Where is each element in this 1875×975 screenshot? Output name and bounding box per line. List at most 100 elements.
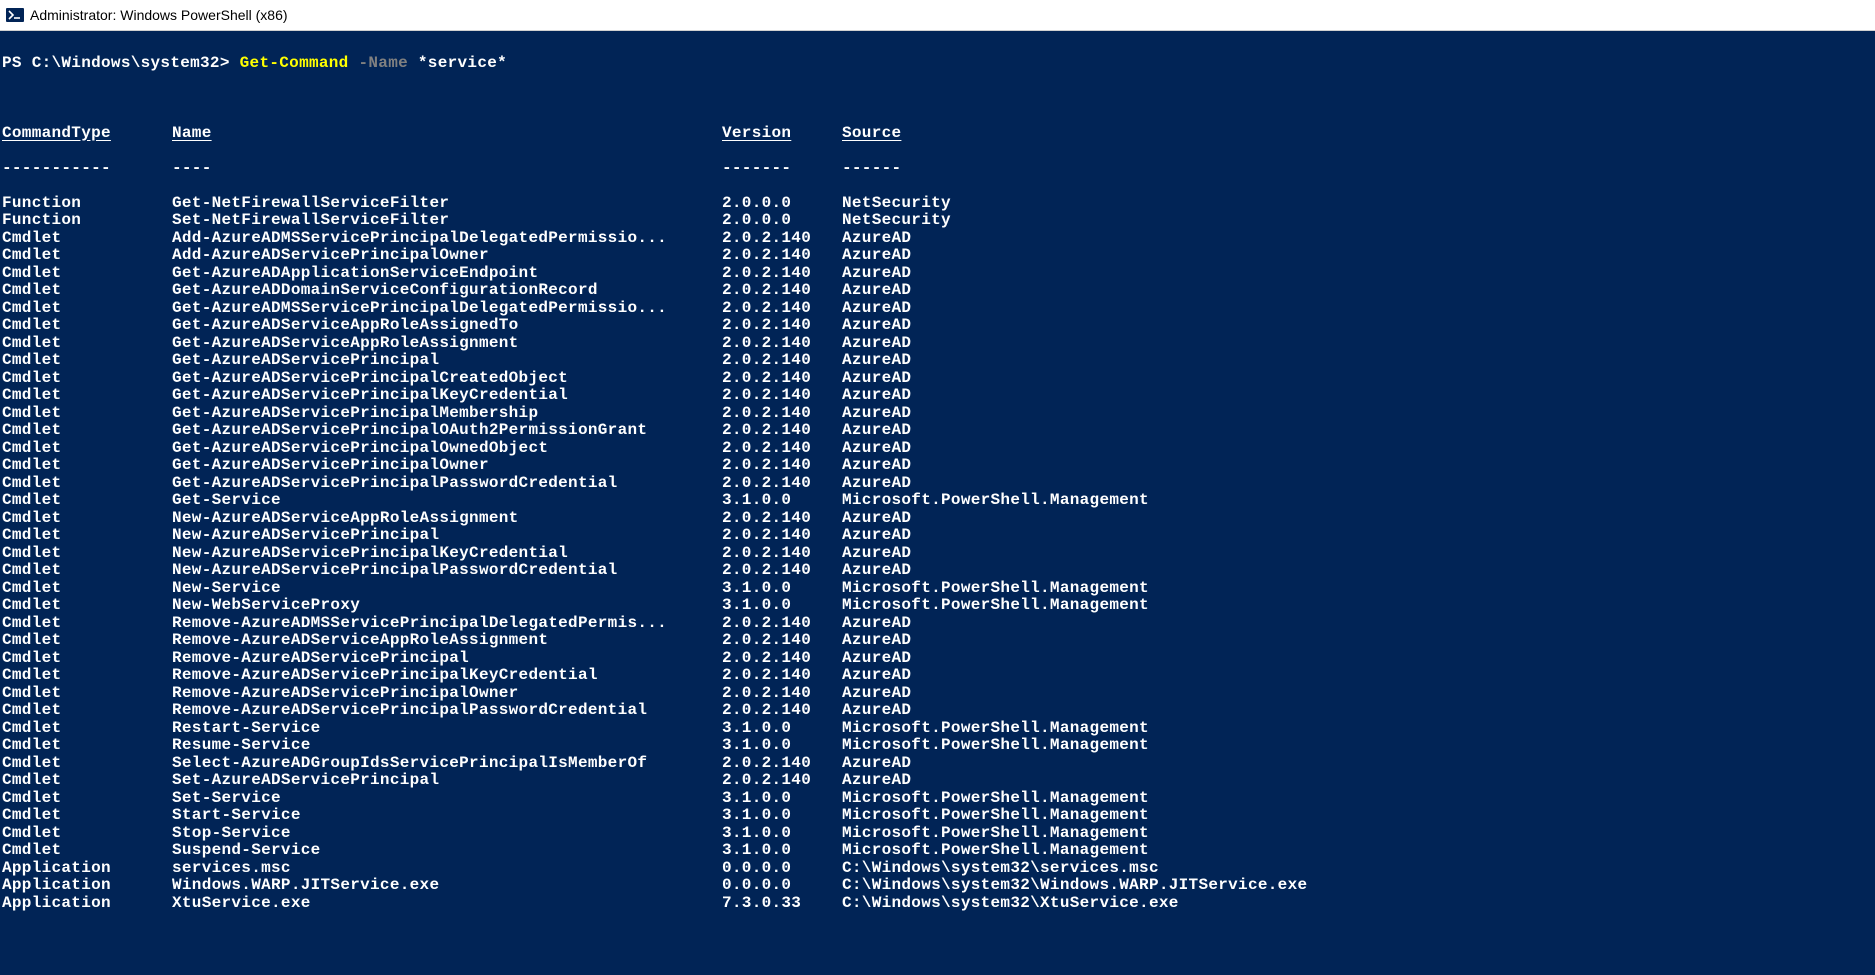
prompt-line: PS C:\Windows\system32> Get-Command -Nam… <box>2 55 1873 73</box>
cell-source: AzureAD <box>842 230 1873 248</box>
table-row: CmdletNew-Service3.1.0.0Microsoft.PowerS… <box>2 580 1873 598</box>
table-row: CmdletGet-Service3.1.0.0Microsoft.PowerS… <box>2 492 1873 510</box>
window-title: Administrator: Windows PowerShell (x86) <box>30 7 288 23</box>
cell-source: NetSecurity <box>842 195 1873 213</box>
cell-source: AzureAD <box>842 685 1873 703</box>
cell-version: 2.0.0.0 <box>722 212 842 230</box>
cell-name: Get-NetFirewallServiceFilter <box>172 195 722 213</box>
cell-name: Start-Service <box>172 807 722 825</box>
cell-name: Get-AzureADServicePrincipalOwner <box>172 457 722 475</box>
cell-source: AzureAD <box>842 772 1873 790</box>
cell-name: Suspend-Service <box>172 842 722 860</box>
cell-version: 2.0.2.140 <box>722 772 842 790</box>
header-name: Name <box>172 125 722 143</box>
cell-name: New-Service <box>172 580 722 598</box>
table-row: CmdletRestart-Service3.1.0.0Microsoft.Po… <box>2 720 1873 738</box>
cell-commandtype: Cmdlet <box>2 667 172 685</box>
cell-name: Get-AzureADApplicationServiceEndpoint <box>172 265 722 283</box>
cell-version: 3.1.0.0 <box>722 580 842 598</box>
cell-name: Get-AzureADServicePrincipalOwnedObject <box>172 440 722 458</box>
cell-name: Remove-AzureADMSServicePrincipalDelegate… <box>172 615 722 633</box>
cell-source: C:\Windows\system32\XtuService.exe <box>842 895 1873 913</box>
table-row: CmdletRemove-AzureADServicePrincipalKeyC… <box>2 667 1873 685</box>
cell-version: 3.1.0.0 <box>722 825 842 843</box>
cell-source: AzureAD <box>842 422 1873 440</box>
cell-version: 2.0.2.140 <box>722 335 842 353</box>
cell-commandtype: Cmdlet <box>2 387 172 405</box>
table-row: CmdletGet-AzureADApplicationServiceEndpo… <box>2 265 1873 283</box>
cell-commandtype: Cmdlet <box>2 510 172 528</box>
cell-commandtype: Cmdlet <box>2 842 172 860</box>
cell-version: 0.0.0.0 <box>722 860 842 878</box>
table-row: CmdletSet-AzureADServicePrincipal2.0.2.1… <box>2 772 1873 790</box>
cell-commandtype: Cmdlet <box>2 720 172 738</box>
table-row: CmdletGet-AzureADServicePrincipalPasswor… <box>2 475 1873 493</box>
terminal-pane[interactable]: PS C:\Windows\system32> Get-Command -Nam… <box>0 31 1875 975</box>
cell-name: Get-AzureADDomainServiceConfigurationRec… <box>172 282 722 300</box>
cell-source: AzureAD <box>842 702 1873 720</box>
cell-commandtype: Cmdlet <box>2 580 172 598</box>
cell-source: AzureAD <box>842 510 1873 528</box>
cell-commandtype: Cmdlet <box>2 615 172 633</box>
cell-source: AzureAD <box>842 440 1873 458</box>
cell-version: 7.3.0.33 <box>722 895 842 913</box>
table-row: CmdletAdd-AzureADMSServicePrincipalDeleg… <box>2 230 1873 248</box>
table-row: CmdletRemove-AzureADServicePrincipalOwne… <box>2 685 1873 703</box>
cell-version: 2.0.0.0 <box>722 195 842 213</box>
cell-version: 2.0.2.140 <box>722 265 842 283</box>
cell-name: Get-AzureADServicePrincipalCreatedObject <box>172 370 722 388</box>
table-row: CmdletRemove-AzureADMSServicePrincipalDe… <box>2 615 1873 633</box>
cell-version: 2.0.2.140 <box>722 527 842 545</box>
table-row: CmdletGet-AzureADServicePrincipalOAuth2P… <box>2 422 1873 440</box>
cell-name: Get-AzureADServiceAppRoleAssignment <box>172 335 722 353</box>
cell-version: 2.0.2.140 <box>722 300 842 318</box>
cell-commandtype: Application <box>2 895 172 913</box>
cell-source: AzureAD <box>842 527 1873 545</box>
cell-name: Get-AzureADServicePrincipalMembership <box>172 405 722 423</box>
cell-commandtype: Cmdlet <box>2 545 172 563</box>
cell-name: Get-AzureADServicePrincipalPasswordCrede… <box>172 475 722 493</box>
table-row: CmdletRemove-AzureADServicePrincipal2.0.… <box>2 650 1873 668</box>
cell-commandtype: Cmdlet <box>2 807 172 825</box>
cell-version: 2.0.2.140 <box>722 685 842 703</box>
header-version: Version <box>722 125 842 143</box>
table-row: CmdletNew-WebServiceProxy3.1.0.0Microsof… <box>2 597 1873 615</box>
table-row: CmdletGet-AzureADServicePrincipalCreated… <box>2 370 1873 388</box>
table-body: FunctionGet-NetFirewallServiceFilter2.0.… <box>2 195 1873 913</box>
cell-name: New-AzureADServicePrincipal <box>172 527 722 545</box>
cell-commandtype: Cmdlet <box>2 300 172 318</box>
cell-commandtype: Cmdlet <box>2 352 172 370</box>
table-row: CmdletGet-AzureADServicePrincipal2.0.2.1… <box>2 352 1873 370</box>
table-row: CmdletStop-Service3.1.0.0Microsoft.Power… <box>2 825 1873 843</box>
cell-commandtype: Cmdlet <box>2 230 172 248</box>
cell-version: 2.0.2.140 <box>722 317 842 335</box>
cell-source: Microsoft.PowerShell.Management <box>842 492 1873 510</box>
table-row: CmdletNew-AzureADServicePrincipalKeyCred… <box>2 545 1873 563</box>
cell-commandtype: Cmdlet <box>2 702 172 720</box>
cell-commandtype: Cmdlet <box>2 475 172 493</box>
cell-version: 2.0.2.140 <box>722 545 842 563</box>
cell-source: AzureAD <box>842 650 1873 668</box>
cell-commandtype: Application <box>2 860 172 878</box>
cell-name: Set-AzureADServicePrincipal <box>172 772 722 790</box>
cell-commandtype: Application <box>2 877 172 895</box>
prompt-path: PS C:\Windows\system32> <box>2 54 230 72</box>
cell-commandtype: Cmdlet <box>2 597 172 615</box>
cell-commandtype: Function <box>2 195 172 213</box>
table-row: CmdletGet-AzureADServicePrincipalOwnedOb… <box>2 440 1873 458</box>
cell-version: 3.1.0.0 <box>722 737 842 755</box>
cell-name: Windows.WARP.JITService.exe <box>172 877 722 895</box>
cell-source: Microsoft.PowerShell.Management <box>842 807 1873 825</box>
cell-name: New-AzureADServiceAppRoleAssignment <box>172 510 722 528</box>
prompt-cmdlet: Get-Command <box>240 54 349 72</box>
cell-source: AzureAD <box>842 352 1873 370</box>
cell-commandtype: Cmdlet <box>2 650 172 668</box>
cell-source: AzureAD <box>842 667 1873 685</box>
window-titlebar[interactable]: Administrator: Windows PowerShell (x86) <box>0 0 1875 31</box>
cell-commandtype: Cmdlet <box>2 405 172 423</box>
cell-source: AzureAD <box>842 282 1873 300</box>
table-row: ApplicationWindows.WARP.JITService.exe0.… <box>2 877 1873 895</box>
cell-version: 3.1.0.0 <box>722 492 842 510</box>
cell-name: Get-AzureADServiceAppRoleAssignedTo <box>172 317 722 335</box>
cell-version: 3.1.0.0 <box>722 597 842 615</box>
